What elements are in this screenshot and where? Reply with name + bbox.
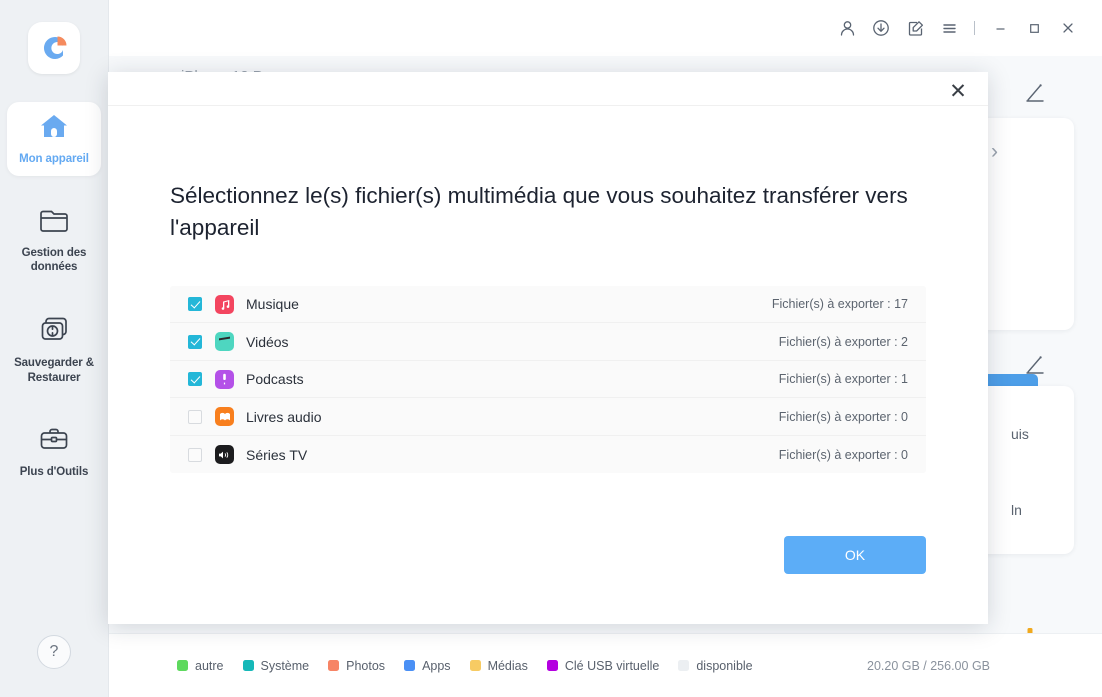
dialog-footer: OK — [108, 528, 988, 624]
tv-show-icon — [215, 445, 234, 465]
row-checkbox[interactable] — [188, 447, 202, 462]
row-export-count: Fichier(s) à exporter : 0 — [778, 409, 908, 424]
list-item[interactable]: Vidéos Fichier(s) à exporter : 2 — [170, 323, 926, 361]
list-item[interactable]: Séries TV Fichier(s) à exporter : 0 — [170, 436, 926, 474]
media-type-list: Musique Fichier(s) à exporter : 17 Vidéo… — [170, 285, 926, 474]
media-transfer-dialog: ✕ Sélectionnez le(s) fichier(s) multiméd… — [108, 72, 988, 624]
row-export-count: Fichier(s) à exporter : 1 — [778, 372, 908, 387]
row-label: Musique — [246, 296, 299, 313]
row-checkbox[interactable] — [188, 372, 202, 387]
music-icon — [215, 294, 234, 314]
row-checkbox[interactable] — [188, 334, 202, 349]
ok-button[interactable]: OK — [784, 536, 926, 574]
podcast-icon — [215, 369, 234, 389]
row-export-count: Fichier(s) à exporter : 2 — [778, 334, 908, 349]
row-label: Podcasts — [246, 371, 304, 388]
dialog-header: ✕ — [108, 72, 988, 106]
dialog-close-icon[interactable]: ✕ — [942, 77, 974, 105]
video-icon — [215, 332, 234, 352]
row-checkbox[interactable] — [188, 297, 202, 312]
list-item[interactable]: Podcasts Fichier(s) à exporter : 1 — [170, 361, 926, 399]
application-window: Mon appareil Gestion des données Sauvega… — [0, 0, 1102, 697]
row-label: Vidéos — [246, 333, 289, 350]
dialog-title: Sélectionnez le(s) fichier(s) multimédia… — [170, 183, 908, 240]
row-export-count: Fichier(s) à exporter : 0 — [778, 447, 908, 462]
list-item[interactable]: Musique Fichier(s) à exporter : 17 — [170, 286, 926, 324]
row-export-count: Fichier(s) à exporter : 17 — [771, 297, 908, 312]
list-item[interactable]: Livres audio Fichier(s) à exporter : 0 — [170, 398, 926, 436]
row-checkbox[interactable] — [188, 409, 202, 424]
audiobook-icon — [215, 407, 234, 427]
row-label: Livres audio — [246, 408, 322, 425]
row-label: Séries TV — [246, 446, 308, 463]
dialog-body: Sélectionnez le(s) fichier(s) multimédia… — [108, 106, 988, 528]
